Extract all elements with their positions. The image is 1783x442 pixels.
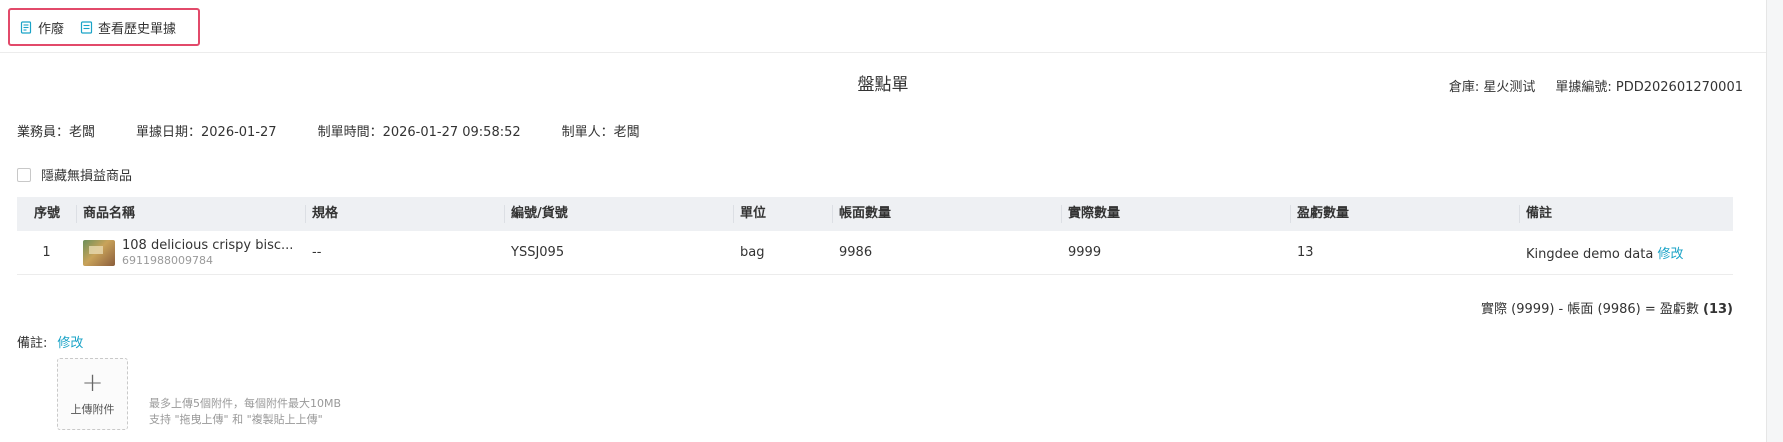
upload-label: 上傳附件 [70, 403, 115, 416]
product-cell[interactable]: 108 delicious crispy bisc... 69119880097… [76, 238, 305, 268]
row-remark-text: Kingdee demo data [1526, 247, 1654, 262]
salesperson-text: 業務員：老闆 [17, 125, 96, 140]
diff-qty-cell: 13 [1297, 245, 1314, 260]
column-header: 帳面數量 [832, 205, 1061, 223]
column-header: 單位 [733, 205, 832, 223]
created-time-text: 制單時間：2026-01-27 09:58:52 [317, 125, 521, 140]
doc-number-text: 單據編號: PDD202601270001 [1555, 80, 1743, 95]
column-header: 備註 [1519, 205, 1733, 223]
stocktake-table: 序號 商品名稱 規格 編號/貨號 單位 帳面數量 實際數量 盈虧數量 備註 1 … [17, 197, 1733, 275]
column-header: 實際數量 [1061, 205, 1290, 223]
remark-label: 備註: [17, 336, 48, 351]
spec-cell: -- [312, 245, 322, 260]
product-barcode: 6911988009784 [122, 253, 213, 267]
toolbar: 作廢 查看歷史單據 [8, 8, 200, 46]
view-history-button[interactable]: 查看歷史單據 [80, 18, 176, 37]
plus-icon: + [81, 368, 104, 398]
table-header: 序號 商品名稱 規格 編號/貨號 單位 帳面數量 實際數量 盈虧數量 備註 [17, 197, 1733, 231]
column-header: 規格 [305, 205, 504, 223]
product-name[interactable]: 108 delicious crispy bisc... [122, 238, 302, 253]
warehouse-text: 倉庫: 星火测试 [1448, 80, 1536, 95]
row-remark-edit-link[interactable]: 修改 [1657, 247, 1683, 262]
table-row: 1 108 delicious crispy bisc... 691198800… [17, 231, 1733, 275]
column-header: 序號 [34, 206, 61, 221]
remark-edit-link[interactable]: 修改 [57, 332, 83, 351]
document-list-icon [80, 20, 93, 34]
code-cell: YSSJ095 [511, 245, 565, 260]
doc-info-row: 業務員：老闆 單據日期：2026-01-27 制單時間：2026-01-27 0… [17, 121, 681, 140]
unit-cell: bag [740, 245, 765, 260]
remark-cell: Kingdee demo data 修改 [1519, 243, 1733, 262]
creator-text: 制單人：老闆 [561, 125, 640, 140]
product-thumbnail[interactable] [83, 239, 115, 266]
upload-hint-line1: 最多上傳5個附件，每個附件最大10MB [149, 397, 342, 410]
book-qty-cell: 9986 [839, 245, 873, 260]
void-label: 作廢 [38, 21, 65, 37]
column-header: 盈虧數量 [1290, 205, 1519, 223]
actual-qty-cell: 9999 [1068, 245, 1102, 260]
column-header: 商品名稱 [76, 205, 305, 223]
column-header: 編號/貨號 [504, 205, 733, 223]
vertical-scrollbar[interactable] [1766, 0, 1783, 442]
toolbar-divider [0, 52, 1766, 53]
document-icon [20, 20, 32, 34]
hide-no-diff-option[interactable]: 隱藏無損益商品 [17, 165, 132, 184]
diff-formula-result: (13) [1703, 302, 1733, 317]
row-index: 1 [42, 245, 51, 260]
remark-row: 備註: 修改 [17, 332, 83, 351]
view-history-label: 查看歷史單據 [98, 21, 177, 37]
void-button[interactable]: 作廢 [20, 18, 64, 37]
upload-hint: 最多上傳5個附件，每個附件最大10MB 支持 "拖曳上傳" 和 "複製貼上上傳" [149, 396, 341, 428]
hide-no-diff-label: 隱藏無損益商品 [41, 169, 133, 184]
doc-meta: 倉庫: 星火测试 單據編號: PDD202601270001 [1449, 76, 1743, 95]
doc-date-text: 單據日期：2026-01-27 [136, 125, 277, 140]
diff-formula: 實際 (9999) - 帳面 (9986) = 盈虧數 (13) [1481, 298, 1733, 317]
diff-formula-text: 實際 (9999) - 帳面 (9986) = 盈虧數 [1481, 302, 1704, 317]
upload-hint-line2: 支持 "拖曳上傳" 和 "複製貼上上傳" [149, 413, 323, 426]
upload-attachment-button[interactable]: + 上傳附件 [57, 358, 128, 430]
hide-no-diff-checkbox[interactable] [17, 167, 31, 182]
